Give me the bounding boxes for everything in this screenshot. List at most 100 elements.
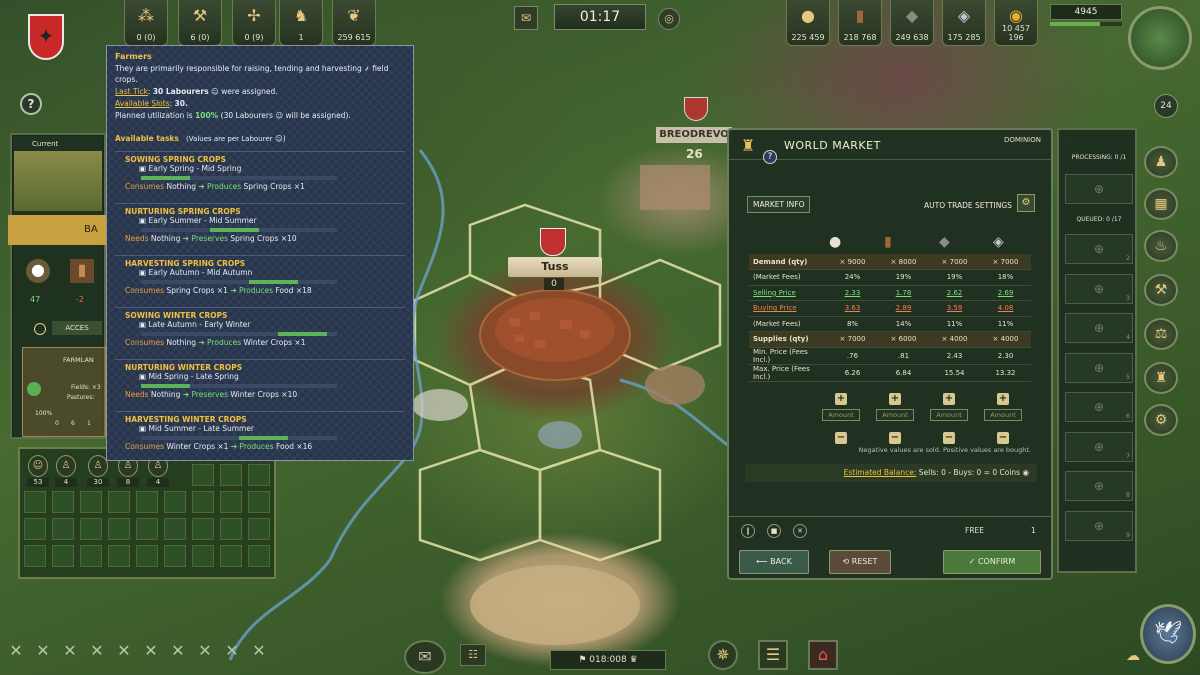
grid-cell[interactable] (136, 518, 158, 540)
grid-cell[interactable] (108, 518, 130, 540)
amount-input[interactable]: Amount (822, 409, 860, 421)
resource-stone[interactable]: ◆ 249 638 (890, 0, 934, 46)
resource-iron[interactable]: ◈ 175 285 (942, 0, 986, 46)
workers-button[interactable]: ♟ (1144, 146, 1178, 178)
fire-button[interactable]: ♨ (1144, 230, 1178, 262)
trade-button[interactable]: ⚖ (1144, 318, 1178, 350)
dove-icon[interactable]: 🕊 (1140, 604, 1196, 664)
resource-wood[interactable]: ▮ 218 768 (838, 0, 882, 46)
grid-cell[interactable] (136, 491, 158, 513)
tools-button[interactable]: ⚒ (1144, 274, 1178, 306)
last-tick-label[interactable]: Last Tick (115, 87, 148, 96)
grid-cell[interactable] (24, 545, 46, 567)
grid-cell[interactable] (52, 545, 74, 567)
other-town-label[interactable]: BREODREVO (656, 127, 732, 143)
empty-slot-icon[interactable]: ✕ (141, 640, 161, 662)
grid-cell[interactable] (52, 491, 74, 513)
market-info-tab[interactable]: MARKET INFO (747, 196, 811, 213)
cloud-icon[interactable]: ☁ (1120, 648, 1146, 668)
decrease-button[interactable]: − (889, 432, 901, 444)
home-icon[interactable]: ⌂ (808, 640, 838, 670)
grid-cell[interactable] (80, 545, 102, 567)
storage-button[interactable]: ♜ (1144, 362, 1178, 394)
grid-cell[interactable] (248, 518, 270, 540)
chat-icon[interactable]: ☷ (460, 644, 486, 666)
grid-cell[interactable] (192, 518, 214, 540)
grid-cell[interactable] (108, 545, 130, 567)
auto-trade-settings-button[interactable]: ⚙ (1017, 194, 1035, 212)
farmer-pawn-icon[interactable]: ♙ (56, 455, 76, 477)
decrease-button[interactable]: − (943, 432, 955, 444)
grid-cell[interactable] (248, 464, 270, 486)
market-help-button[interactable]: ? (763, 150, 777, 164)
buildings-button[interactable]: ▦ (1144, 188, 1178, 220)
scroll-icon[interactable]: ✉ (514, 6, 538, 30)
grid-cell[interactable] (164, 491, 186, 513)
grid-cell[interactable] (220, 464, 242, 486)
queue-slot[interactable]: ⊕ 4 (1065, 313, 1133, 343)
grid-cell[interactable] (192, 491, 214, 513)
decrease-button[interactable]: − (997, 432, 1009, 444)
grid-cell[interactable] (52, 518, 74, 540)
grid-cell[interactable] (136, 545, 158, 567)
queue-slot[interactable]: ⊕ 5 (1065, 352, 1133, 383)
empty-slot-icon[interactable]: ✕ (168, 640, 188, 662)
notification-count[interactable]: 24 (1154, 94, 1178, 118)
empty-slot-icon[interactable]: ✕ (60, 640, 80, 662)
empty-slot-icon[interactable]: ✕ (6, 640, 26, 662)
grid-cell[interactable] (80, 491, 102, 513)
worker-slot-5[interactable]: ❦ 259 615 (332, 0, 376, 46)
processing-slot[interactable]: ⊕ (1065, 174, 1133, 204)
empty-slot-icon[interactable]: ✕ (222, 640, 242, 662)
grid-cell[interactable] (164, 545, 186, 567)
confirm-button[interactable]: ✓ CONFIRM (943, 550, 1041, 574)
resource-gold[interactable]: ◉ 10 457 196 (994, 0, 1038, 46)
increase-button[interactable]: + (997, 393, 1009, 405)
mail-icon[interactable]: ✉ (404, 640, 446, 674)
player-crest-icon[interactable]: ✦ (28, 14, 64, 60)
queue-slot[interactable]: ⊕ 3 (1065, 273, 1133, 304)
grid-cell[interactable] (248, 545, 270, 567)
woodcutter-pawn-icon[interactable]: ♙ (88, 455, 108, 477)
queue-slot[interactable]: ⊕ 6 (1065, 392, 1133, 422)
task-item[interactable]: HARVESTING WINTER CROPS ▣ Mid Summer - L… (115, 411, 405, 463)
empty-slot-icon[interactable]: ✕ (249, 640, 269, 662)
worker-slot-1[interactable]: ⁂ 0 (0) (124, 0, 168, 46)
task-item[interactable]: NURTURING WINTER CROPS ▣ Mid Spring - La… (115, 359, 405, 411)
town-name-label[interactable]: Tuss (508, 257, 602, 277)
worker-slot-3[interactable]: ✢ 0 (9) (232, 0, 276, 46)
settings-button[interactable]: ⚙ (1144, 404, 1178, 436)
grid-cell[interactable] (24, 518, 46, 540)
amount-input[interactable]: Amount (984, 409, 1022, 421)
task-item[interactable]: SOWING SPRING CROPS ▣ Early Spring - Mid… (115, 151, 405, 203)
increase-button[interactable]: + (835, 393, 847, 405)
grid-cell[interactable] (220, 518, 242, 540)
grid-cell[interactable] (80, 518, 102, 540)
grid-cell[interactable] (108, 491, 130, 513)
queue-slot[interactable]: ⊕ 9 (1065, 510, 1133, 541)
worker-slot-4[interactable]: ♞ 1 (279, 0, 323, 46)
grid-cell[interactable] (24, 491, 46, 513)
empty-slot-icon[interactable]: ✕ (195, 640, 215, 662)
worker-slot-2[interactable]: ⚒ 6 (0) (178, 0, 222, 46)
empty-slot-icon[interactable]: ✕ (114, 640, 134, 662)
stop-icon[interactable]: ■ (767, 524, 781, 538)
queue-slot[interactable]: ⊕ 8 (1065, 471, 1133, 501)
speed-icon[interactable]: ◎ (658, 8, 680, 30)
grid-cell[interactable] (164, 518, 186, 540)
slots-label[interactable]: Available Slots (115, 99, 170, 108)
grid-cell[interactable] (220, 545, 242, 567)
compass-icon[interactable]: ✵ (708, 640, 738, 670)
queue-slot[interactable]: ⊕ 2 (1065, 234, 1133, 264)
increase-button[interactable]: + (889, 393, 901, 405)
pause-icon[interactable]: ‖ (741, 524, 755, 538)
task-item[interactable]: SOWING WINTER CROPS ▣ Late Autumn - Earl… (115, 307, 405, 359)
resource-food[interactable]: ● 225 459 (786, 0, 830, 46)
back-button[interactable]: ⟵ BACK (739, 550, 809, 574)
scroll-log-icon[interactable]: ☰ (758, 640, 788, 670)
increase-button[interactable]: + (943, 393, 955, 405)
grid-cell[interactable] (192, 545, 214, 567)
grid-cell[interactable] (192, 464, 214, 486)
reset-button[interactable]: ⟲ RESET (829, 550, 891, 574)
empty-slot-icon[interactable]: ✕ (33, 640, 53, 662)
